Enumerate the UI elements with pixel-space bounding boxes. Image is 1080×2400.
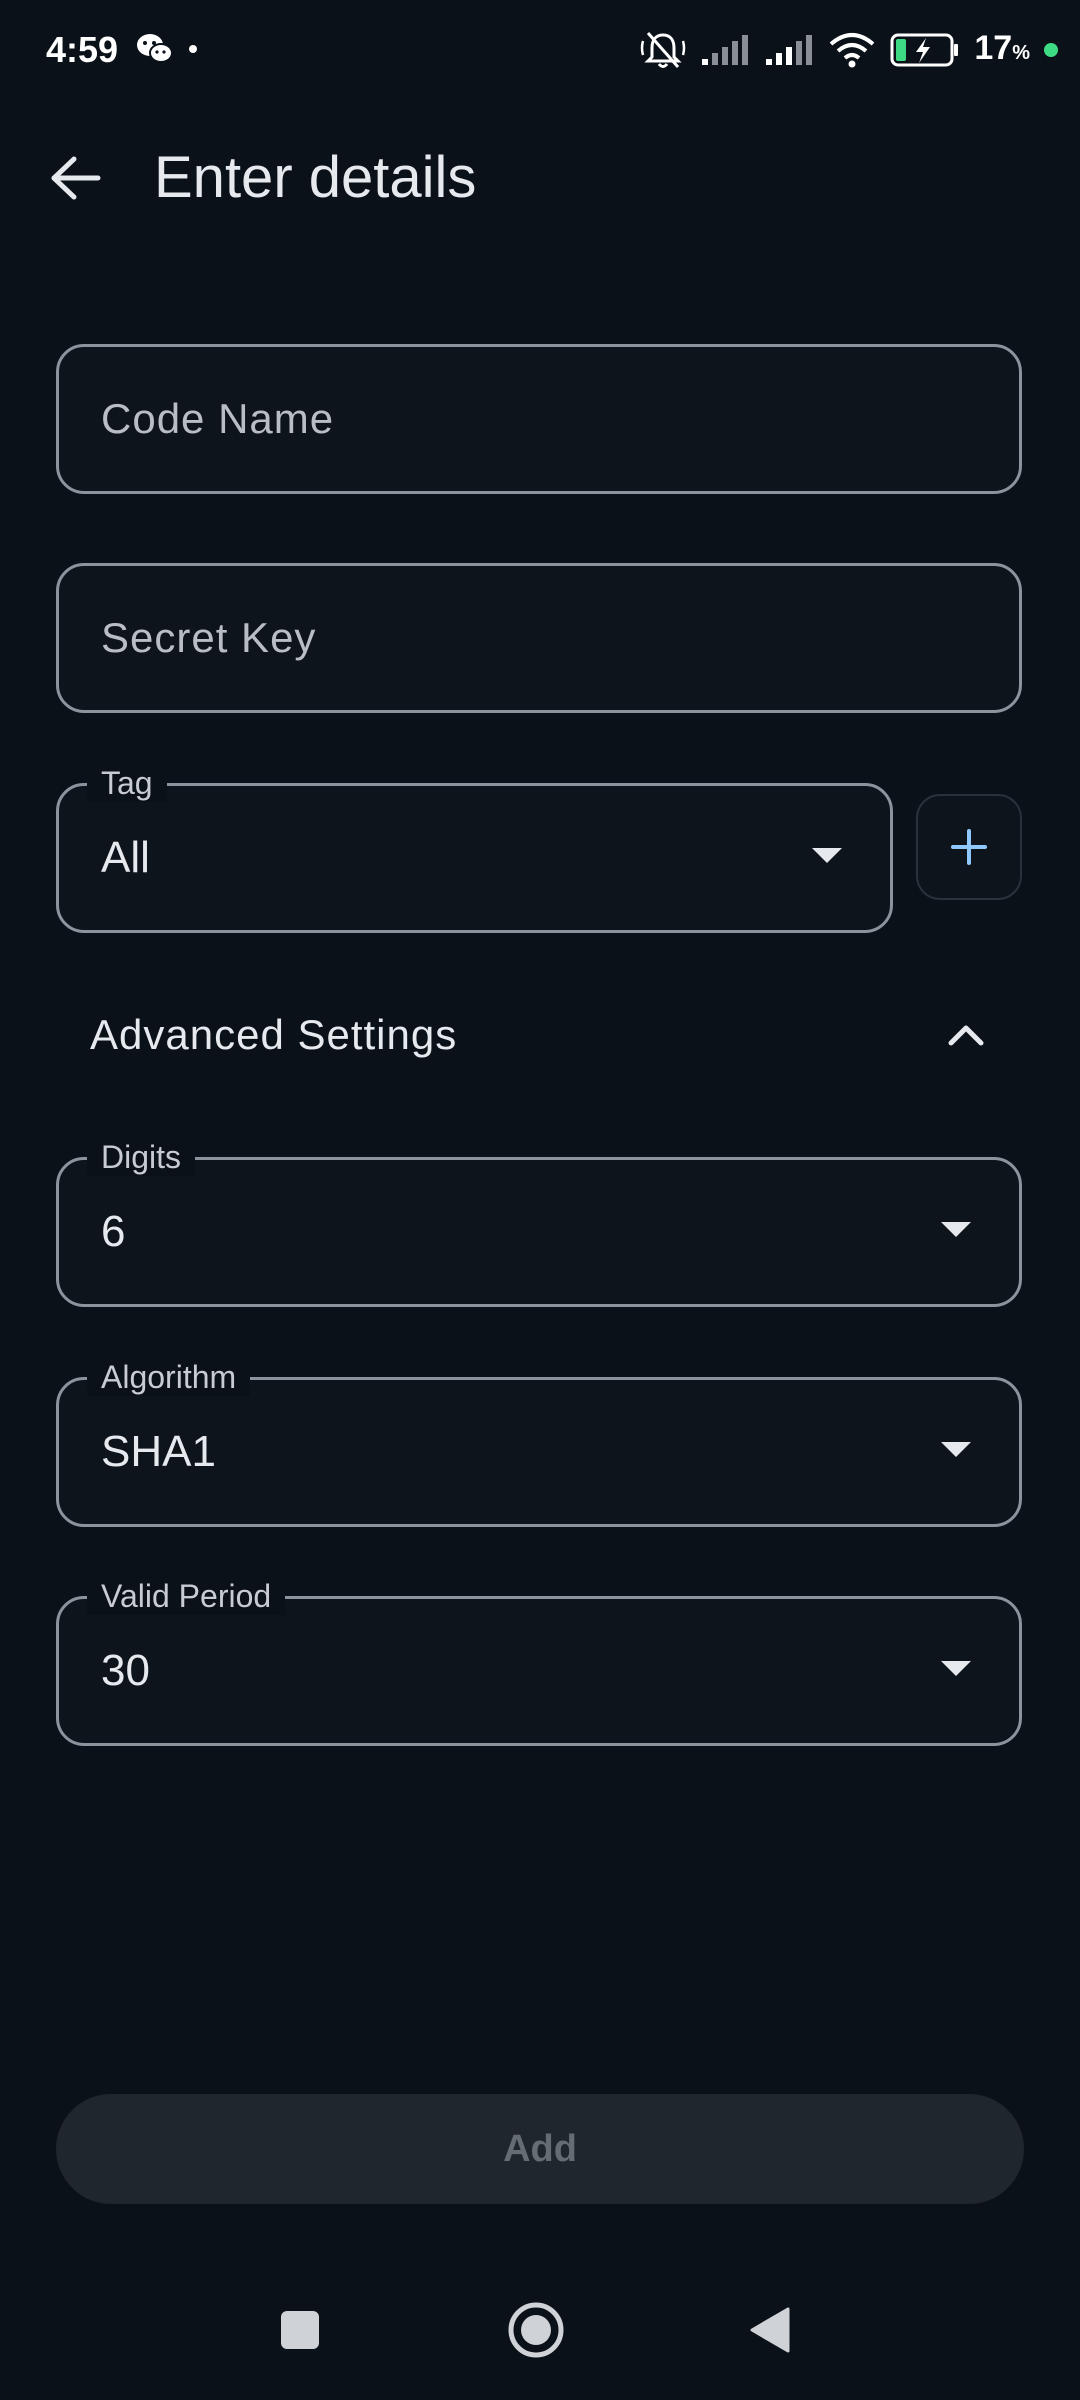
- status-time: 4:59: [46, 29, 119, 70]
- advanced-settings-toggle[interactable]: Advanced Settings: [56, 985, 1022, 1085]
- square-icon: [281, 2311, 319, 2349]
- back-arrow-icon: [51, 156, 101, 200]
- chevron-up-icon: [948, 1025, 984, 1046]
- triangle-back-icon: [750, 2307, 790, 2353]
- dropdown-arrow-icon: [941, 1442, 971, 1457]
- advanced-settings-title: Advanced Settings: [90, 1011, 458, 1058]
- back-nav-button[interactable]: [730, 2290, 810, 2370]
- back-button[interactable]: [40, 142, 112, 214]
- digits-dropdown[interactable]: Digits 6: [56, 1138, 1022, 1307]
- privacy-indicator-dot: [1044, 43, 1058, 57]
- tag-value: All: [101, 833, 150, 882]
- signal-icon: [702, 35, 749, 65]
- dropdown-arrow-icon: [941, 1222, 971, 1237]
- algorithm-dropdown[interactable]: Algorithm SHA1: [56, 1358, 1022, 1527]
- plus-icon: [951, 829, 987, 865]
- add-tag-button[interactable]: [916, 794, 1022, 900]
- home-button[interactable]: [496, 2290, 576, 2370]
- tag-dropdown[interactable]: Tag All: [56, 764, 893, 933]
- status-bar: 4:59 17%: [0, 0, 1080, 100]
- system-nav-bar: [0, 2280, 1080, 2380]
- notification-dot-icon: [189, 45, 197, 53]
- status-right-icons: 17%: [640, 28, 1058, 72]
- wechat-icon: [137, 34, 173, 63]
- mute-bell-icon: [641, 32, 686, 68]
- valid-period-value: 30: [101, 1646, 150, 1695]
- battery-percent: 17%: [974, 28, 1030, 67]
- recents-button[interactable]: [260, 2290, 340, 2370]
- app-bar: Enter details: [0, 120, 1080, 235]
- secret-key-field[interactable]: Secret Key: [56, 563, 1022, 713]
- algorithm-value: SHA1: [101, 1427, 216, 1476]
- valid-period-dropdown[interactable]: Valid Period 30: [56, 1577, 1022, 1746]
- code-name-placeholder: Code Name: [101, 395, 335, 442]
- battery-charging-icon: [890, 33, 959, 67]
- status-left-icons: [136, 32, 198, 66]
- digits-value: 6: [101, 1207, 126, 1256]
- signal-icon-2: [766, 35, 813, 65]
- dropdown-arrow-icon: [812, 848, 842, 863]
- wifi-icon: [830, 33, 875, 68]
- page-title: Enter details: [154, 145, 477, 210]
- dropdown-arrow-icon: [941, 1661, 971, 1676]
- add-button[interactable]: Add: [56, 2094, 1024, 2204]
- secret-key-placeholder: Secret Key: [101, 614, 317, 661]
- code-name-field[interactable]: Code Name: [56, 344, 1022, 494]
- home-circle-icon: [508, 2302, 564, 2358]
